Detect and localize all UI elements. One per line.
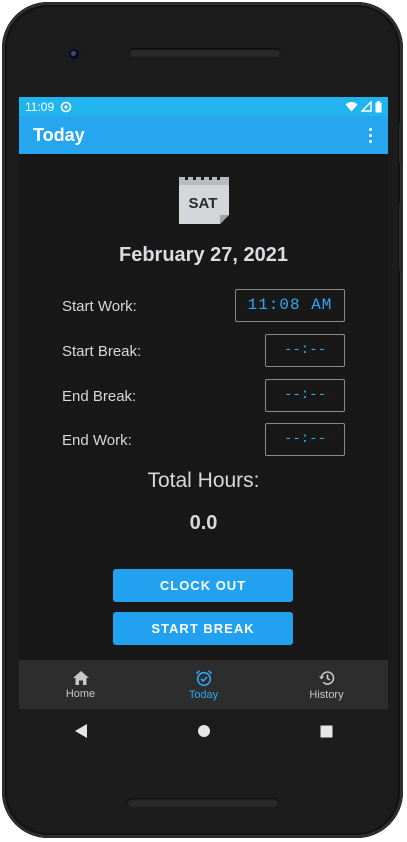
page-title: Today <box>33 124 85 145</box>
nav-today[interactable]: Today <box>142 660 265 709</box>
current-date: February 27, 2021 <box>119 244 288 266</box>
bottom-navigation: Home Today History <box>19 660 388 709</box>
home-icon <box>72 670 89 685</box>
history-icon <box>318 670 334 685</box>
status-bar: 11:09 <box>19 97 388 116</box>
power-button <box>399 122 403 164</box>
total-hours-value: 0.0 <box>189 512 218 534</box>
back-icon[interactable] <box>74 723 88 739</box>
calendar-icon: SAT <box>179 173 229 224</box>
overflow-menu-icon[interactable] <box>366 127 374 143</box>
clock-out-button[interactable]: CLOCK OUT <box>113 569 293 602</box>
system-navigation-bar <box>19 709 388 753</box>
nav-home[interactable]: Home <box>19 660 142 709</box>
volume-button <box>399 202 403 272</box>
home-circle-icon[interactable] <box>197 724 211 738</box>
bottom-speaker <box>127 798 279 807</box>
app-bar: Today <box>19 116 388 154</box>
wifi-icon <box>345 102 358 112</box>
alarm-clock-icon <box>195 669 212 686</box>
nav-history[interactable]: History <box>265 660 388 709</box>
start-work-label: Start Work: <box>62 298 137 315</box>
nav-history-label: History <box>309 688 344 701</box>
nav-home-label: Home <box>65 687 96 700</box>
calendar-day-text: SAT <box>189 195 218 212</box>
sync-icon <box>60 101 72 112</box>
app-screen: 11:09 Today SAT February 27, 2021 Start … <box>19 97 388 709</box>
total-hours-label: Total Hours: <box>147 469 260 492</box>
nav-today-label: Today <box>188 688 219 701</box>
end-work-time[interactable]: --:-- <box>265 423 345 456</box>
battery-icon <box>375 100 382 112</box>
start-work-time[interactable]: 11:08 AM <box>235 289 345 322</box>
recents-icon[interactable] <box>320 725 333 738</box>
status-time: 11:09 <box>25 99 55 114</box>
front-camera <box>66 46 82 62</box>
start-break-time[interactable]: --:-- <box>265 334 345 367</box>
end-break-time[interactable]: --:-- <box>265 379 345 412</box>
end-work-label: End Work: <box>62 432 132 449</box>
top-speaker <box>129 48 281 57</box>
start-break-label: Start Break: <box>62 343 142 360</box>
start-break-button[interactable]: START BREAK <box>113 612 293 645</box>
signal-icon <box>361 101 372 112</box>
today-content: SAT February 27, 2021 Start Work: 11:08 … <box>19 154 388 657</box>
end-break-label: End Break: <box>62 388 137 405</box>
